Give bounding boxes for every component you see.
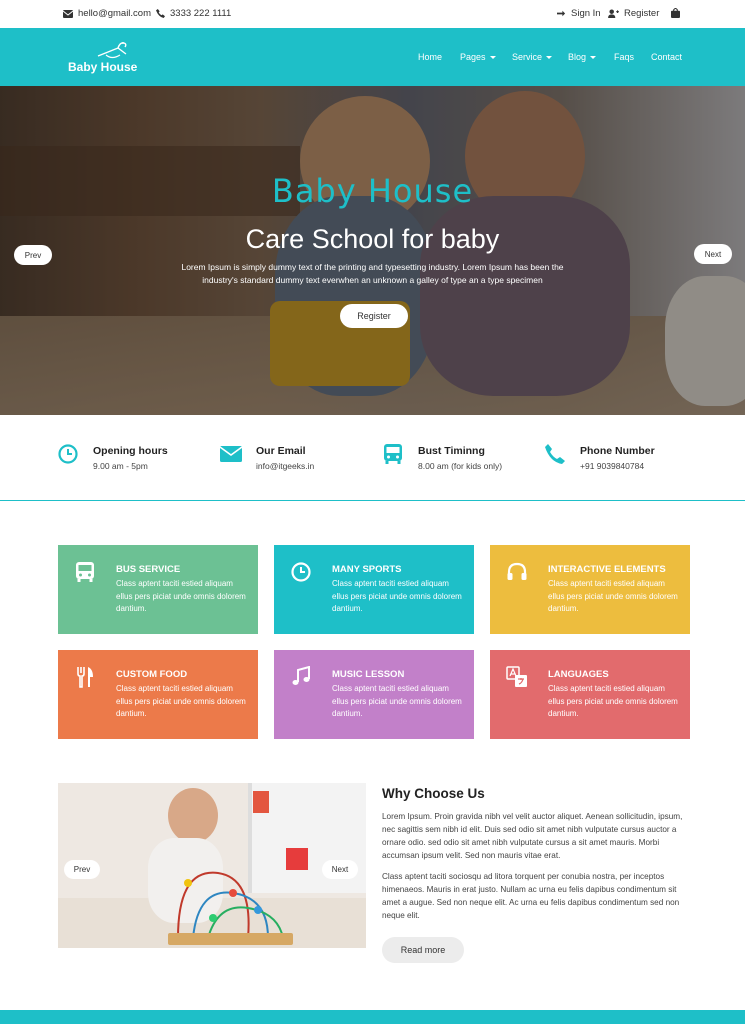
feature-description: Class aptent taciti estied aliquam ellus… [332,579,462,613]
info-value: 8.00 am (for kids only) [418,461,503,471]
register-link[interactable]: Register [608,8,659,19]
feature-card-many-sports[interactable]: MANY SPORTS Class aptent taciti estied a… [274,545,474,634]
nav-home[interactable]: Home [418,52,442,62]
hero-slider: Baby House Care School for baby Lorem Ip… [0,86,745,415]
feature-title: INTERACTIVE ELEMENTS [548,564,666,575]
feature-title: LANGUAGES [548,669,609,680]
nav-blog[interactable]: Blog [568,52,597,62]
hero-description: Lorem Ipsum is simply dummy text of the … [181,262,564,285]
nav-contact-label: Contact [651,52,683,62]
feature-description: Class aptent taciti estied aliquam ellus… [116,684,246,718]
why-prev-button[interactable]: Prev [64,860,100,879]
hero-title: Care School for baby [245,224,500,254]
main-navbar: Baby House Home Pages Service Blog Faqs … [0,28,745,86]
hero-next-button[interactable]: Next [694,244,732,264]
info-value: info@itgeeks.in [256,461,315,471]
info-strip: Opening hours 9.00 am - 5pm Our Email in… [0,415,745,501]
nav-contact[interactable]: Contact [651,52,682,62]
signin-icon [557,10,566,17]
why-image-slider: Prev Next [58,783,366,948]
topbar-email[interactable]: hello@gmail.com [63,8,151,19]
footer-bar [0,1010,745,1024]
cart-button[interactable] [671,8,680,18]
feature-description: Class aptent taciti estied aliquam ellus… [548,579,678,613]
why-paragraph: Lorem Ipsum. Proin gravida nibh vel veli… [382,812,683,860]
email-text: hello@gmail.com [78,8,152,19]
why-paragraph: Class aptent taciti sociosqu ad litora t… [382,872,680,920]
envelope-icon [63,9,73,18]
why-title: Why Choose Us [382,786,485,801]
topbar-phone[interactable]: 3333 222 1111 [156,8,231,19]
info-title: Our Email [256,445,306,457]
hero-script-title: Baby House [271,172,474,210]
feature-card-custom-food[interactable]: CUSTOM FOOD Class aptent taciti estied a… [58,650,258,739]
feature-title: BUS SERVICE [116,564,181,575]
hero-register-button[interactable]: Register [340,304,408,328]
info-title: Phone Number [580,445,655,457]
phone-text: 3333 222 1111 [170,8,232,19]
feature-title: MANY SPORTS [332,564,402,575]
chevron-down-icon [546,56,553,59]
feature-card-bus-service[interactable]: BUS SERVICE Class aptent taciti estied a… [58,545,258,634]
clock-icon [58,444,78,464]
chevron-down-icon [590,56,597,59]
stork-logo-icon [97,42,127,59]
bus-icon [76,562,94,582]
feature-card-languages[interactable]: LANGUAGES Class aptent taciti estied ali… [490,650,690,739]
clock-icon [291,562,311,582]
nav-service-label: Service [512,52,543,62]
language-icon [506,666,527,687]
user-plus-icon [608,9,619,18]
info-value: +91 9039840784 [580,461,645,471]
logo[interactable]: Baby House [68,38,138,78]
hero-prev-button[interactable]: Prev [14,245,52,265]
nav-home-label: Home [418,52,443,62]
feature-title: MUSIC LESSON [332,669,405,680]
logo-text: Baby House [68,60,138,74]
info-value: 9.00 am - 5pm [93,461,148,471]
chevron-down-icon [489,56,496,59]
feature-description: Class aptent taciti estied aliquam ellus… [332,684,462,718]
feature-card-music-lesson[interactable]: MUSIC LESSON Class aptent taciti estied … [274,650,474,739]
nav-pages[interactable]: Pages [460,52,496,62]
feature-title: CUSTOM FOOD [116,669,188,680]
info-title: Opening hours [93,445,168,457]
phone-icon [156,9,165,18]
nav-faqs-label: Faqs [614,52,635,62]
envelope-icon [220,446,242,462]
top-bar: hello@gmail.com 3333 222 1111 Sign In Re… [0,0,745,28]
feature-description: Class aptent taciti estied aliquam ellus… [548,684,678,718]
shopping-bag-icon [671,8,680,18]
baby-figure [168,788,218,843]
headphones-icon [507,562,527,580]
nav-pages-label: Pages [460,52,486,62]
toy-blocks [253,791,269,813]
register-label: Register [624,8,660,19]
read-more-button[interactable]: Read more [382,937,464,963]
signin-link[interactable]: Sign In [557,8,601,19]
feature-card-interactive-elements[interactable]: INTERACTIVE ELEMENTS Class aptent taciti… [490,545,690,634]
bead-maze-toy [168,871,293,945]
nav-blog-label: Blog [568,52,587,62]
signin-label: Sign In [571,8,601,19]
feature-description: Class aptent taciti estied aliquam ellus… [116,579,246,613]
phone-icon [545,444,565,464]
cutlery-icon [77,667,93,688]
nav-faqs[interactable]: Faqs [614,52,634,62]
bus-icon [384,444,402,464]
nav-service[interactable]: Service [512,52,553,62]
info-title: Bust Timinng [418,445,485,457]
why-next-button[interactable]: Next [322,860,358,879]
music-icon [292,666,310,685]
